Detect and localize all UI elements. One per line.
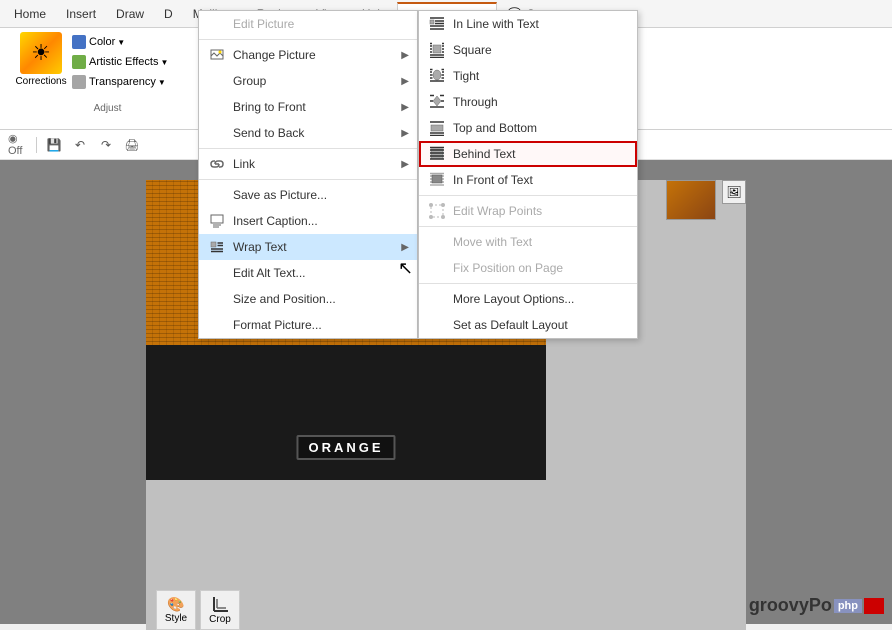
- ctx-edit-picture: Edit Picture: [199, 11, 417, 37]
- square-wrap-icon: [427, 42, 447, 58]
- ctx-size-position[interactable]: Size and Position...: [199, 286, 417, 312]
- send-back-icon: [207, 125, 227, 141]
- set-default-icon: [427, 317, 447, 333]
- print-button[interactable]: 🖨: [121, 134, 143, 156]
- context-menu: Edit Picture Change Picture ▶ Group ▶ Br…: [198, 10, 418, 339]
- ctx-insert-caption[interactable]: Insert Caption...: [199, 208, 417, 234]
- ctx-change-picture[interactable]: Change Picture ▶: [199, 42, 417, 68]
- sub-through[interactable]: Through: [419, 89, 637, 115]
- watermark-text: groovyPo: [749, 595, 832, 616]
- format-pic-icon: [207, 317, 227, 333]
- watermark-red-box: [864, 598, 884, 614]
- change-picture-arrow: ▶: [401, 50, 409, 61]
- sub-in-front-text[interactable]: In Front of Text: [419, 167, 637, 193]
- ctx-send-to-back[interactable]: Send to Back ▶: [199, 120, 417, 146]
- tab-draw[interactable]: Draw: [106, 3, 154, 25]
- picture-icon-button[interactable]: 🖼: [722, 180, 746, 204]
- sub-sep-1: [419, 195, 637, 196]
- sub-behind-text[interactable]: Behind Text: [419, 141, 637, 167]
- watermark: groovyPo php: [749, 595, 884, 616]
- adjust-small-buttons: Color ▼ Artistic Effects ▼ Transparency …: [70, 32, 170, 92]
- through-wrap-icon: [427, 94, 447, 110]
- adjust-content: ☀ Corrections Color ▼ Artistic Effects ▼: [16, 32, 199, 101]
- sub-square[interactable]: Square: [419, 37, 637, 63]
- adjust-group-label: Adjust: [94, 101, 122, 114]
- sub-sep-3: [419, 283, 637, 284]
- style-button[interactable]: 🎨 Style: [156, 590, 196, 630]
- wrap-text-arrow-ctx: ▶: [401, 242, 409, 253]
- corrections-button[interactable]: ☀ Corrections: [16, 32, 66, 87]
- orange-logo: ORANGE: [296, 435, 395, 460]
- change-picture-icon: [207, 47, 227, 63]
- ctx-sep-3: [199, 179, 417, 180]
- sub-edit-wrap-points: Edit Wrap Points: [419, 198, 637, 224]
- topbottom-wrap-icon: [427, 120, 447, 136]
- save-picture-icon: [207, 187, 227, 203]
- toggle-button[interactable]: ◉ Off: [8, 134, 30, 156]
- inline-text-icon: [427, 16, 447, 32]
- ctx-group[interactable]: Group ▶: [199, 68, 417, 94]
- alt-text-icon: [207, 265, 227, 281]
- thumbnail-image[interactable]: [666, 180, 716, 220]
- ctx-sep-2: [199, 148, 417, 149]
- wrap-text-submenu: In Line with Text Square Tight Through T…: [418, 10, 638, 339]
- ctx-wrap-text[interactable]: Wrap Text ▶: [199, 234, 417, 260]
- ctx-sep-1: [199, 39, 417, 40]
- ctx-save-as-picture[interactable]: Save as Picture...: [199, 182, 417, 208]
- transparency-dropdown-arrow[interactable]: ▼: [158, 78, 166, 87]
- insert-caption-icon: [207, 213, 227, 229]
- artistic-effects-button[interactable]: Artistic Effects ▼: [70, 52, 170, 72]
- edit-picture-icon: [207, 16, 227, 32]
- send-back-arrow: ▶: [401, 128, 409, 139]
- sub-set-default[interactable]: Set as Default Layout: [419, 312, 637, 338]
- tight-wrap-icon: [427, 68, 447, 84]
- sub-inline-text[interactable]: In Line with Text: [419, 11, 637, 37]
- ctx-bring-to-front[interactable]: Bring to Front ▶: [199, 94, 417, 120]
- ctx-format-picture[interactable]: Format Picture...: [199, 312, 417, 338]
- transparency-button[interactable]: Transparency ▼: [70, 72, 170, 92]
- group-arrow: ▶: [401, 76, 409, 87]
- group-adjust: ☀ Corrections Color ▼ Artistic Effects ▼: [8, 32, 208, 114]
- bottom-toolbar: 🎨 Style Crop: [156, 590, 240, 630]
- bring-front-arrow: ▶: [401, 102, 409, 113]
- undo-button[interactable]: ↶: [69, 134, 91, 156]
- sub-fix-position: Fix Position on Page: [419, 255, 637, 281]
- corrections-icon: ☀: [20, 32, 62, 74]
- size-pos-icon: [207, 291, 227, 307]
- save-button[interactable]: 💾: [43, 134, 65, 156]
- sub-sep-2: [419, 226, 637, 227]
- edit-wrap-icon: [427, 203, 447, 219]
- infront-text-icon: [427, 172, 447, 188]
- sub-more-layout[interactable]: More Layout Options...: [419, 286, 637, 312]
- link-arrow: ▶: [401, 159, 409, 170]
- crop-doc-button[interactable]: Crop: [200, 590, 240, 630]
- ctx-link[interactable]: Link ▶: [199, 151, 417, 177]
- behind-text-icon: [427, 146, 447, 162]
- move-text-icon: [427, 234, 447, 250]
- more-layout-icon: [427, 291, 447, 307]
- ctx-edit-alt-text[interactable]: Edit Alt Text...: [199, 260, 417, 286]
- watermark-php: php: [834, 599, 862, 613]
- color-button[interactable]: Color ▼: [70, 32, 170, 52]
- sub-move-with-text: Move with Text: [419, 229, 637, 255]
- tab-d[interactable]: D: [154, 3, 183, 25]
- corrections-label: Corrections: [15, 76, 66, 87]
- tab-insert[interactable]: Insert: [56, 3, 106, 25]
- wrap-text-ctx-icon: [207, 239, 227, 255]
- sub-top-bottom[interactable]: Top and Bottom: [419, 115, 637, 141]
- artistic-dropdown-arrow[interactable]: ▼: [160, 58, 168, 67]
- redo-button[interactable]: ↷: [95, 134, 117, 156]
- sub-tight[interactable]: Tight: [419, 63, 637, 89]
- tab-home[interactable]: Home: [4, 3, 56, 25]
- link-icon: [207, 156, 227, 172]
- bring-front-icon: [207, 99, 227, 115]
- color-dropdown-arrow[interactable]: ▼: [117, 38, 125, 47]
- group-icon: [207, 73, 227, 89]
- fix-pos-icon: [427, 260, 447, 276]
